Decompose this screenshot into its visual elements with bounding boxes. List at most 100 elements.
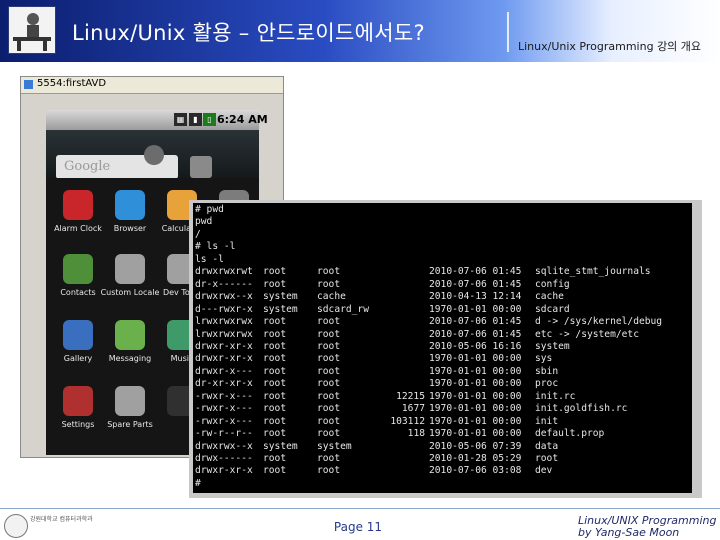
app-item[interactable]: Browser	[100, 186, 160, 248]
permissions: drwxr-xr-x	[195, 465, 253, 477]
page-number: Page 11	[333, 520, 383, 534]
size: 1677	[401, 403, 425, 415]
terminal-prompt-line: pwd	[195, 216, 213, 228]
group: root	[317, 415, 341, 427]
slide-title: Linux/Unix 활용 – 안드로이드에서도?	[72, 21, 425, 45]
signal-icon: ▮	[189, 113, 202, 126]
permissions: dr-x------	[195, 278, 253, 290]
owner: root	[263, 415, 287, 427]
modified-date: 1970-01-01 00:00	[429, 365, 522, 377]
status-bar: ▦ ▮ ▯ 6:24 AM	[46, 110, 268, 130]
terminal-row: dr-xr-xr-x root root 1970-01-01 00:00 proc	[193, 378, 692, 390]
terminal-row: d---rwxr-x system sdcard_rw 1970-01-01 00:0…	[193, 304, 692, 316]
file-name: cache	[535, 291, 564, 303]
university-name: 강원대학교 컴퓨터과학과	[30, 516, 93, 523]
size: 12215	[396, 390, 425, 402]
terminal-row: drwxr-xr-x root root 2010-07-06 03:08 dev	[193, 465, 692, 477]
group: root	[317, 365, 341, 377]
group: root	[317, 453, 341, 464]
app-icon	[115, 320, 145, 350]
terminal-row: drwx------ root root 2010-01-28 05:29 root	[193, 453, 692, 465]
file-name: sdcard	[535, 303, 570, 315]
permissions: drwxr-xr-x	[195, 340, 253, 352]
terminal-row: lrwxrwxrwx root root 2010-07-06 01:45 d -> /…	[193, 316, 692, 328]
app-item[interactable]: Custom Locale	[100, 250, 160, 312]
group: root	[317, 316, 341, 328]
modified-date: 2010-01-28 05:29	[429, 453, 522, 464]
terminal-row: drwxr-xr-x root root 1970-01-01 00:00 sys	[193, 353, 692, 365]
modified-date: 2010-04-13 12:14	[429, 291, 522, 303]
terminal-prompt-line: ls -l	[195, 253, 224, 265]
permissions: -rwxr-x---	[195, 390, 253, 402]
terminal-output[interactable]: # pwd pwd / # ls -l ls -l drwxrwxrwt root root 2…	[193, 203, 692, 493]
file-name: init.rc	[535, 390, 576, 402]
group: root	[317, 340, 341, 352]
emulator-title: 5554:firstAVD	[37, 78, 107, 89]
credit-line-2: by Yang-Sae Moon	[578, 526, 680, 539]
course-title: Linux/Unix Programming 강의 개요	[518, 40, 702, 53]
modified-date: 2010-05-06 07:39	[429, 440, 522, 452]
owner: root	[263, 465, 287, 477]
terminal-prompt-line: # pwd	[195, 204, 224, 215]
modified-date: 2010-07-06 03:08	[429, 465, 522, 477]
modified-date: 1970-01-01 00:00	[429, 390, 522, 402]
group: root	[317, 428, 341, 440]
modified-date: 2010-07-06 01:45	[429, 278, 522, 290]
permissions: dr-xr-xr-x	[195, 378, 253, 390]
owner: root	[263, 453, 287, 464]
owner: root	[263, 316, 287, 328]
modified-date: 2010-05-06 16:16	[429, 340, 522, 352]
owner: root	[263, 378, 287, 390]
university-logo: 강원대학교 컴퓨터과학과	[4, 514, 93, 538]
file-name: proc	[535, 378, 559, 390]
google-logo: Google	[64, 159, 111, 174]
app-icon	[63, 386, 93, 416]
file-name: sqlite_stmt_journals	[535, 266, 651, 278]
file-name: system	[535, 340, 570, 352]
owner: system	[263, 440, 298, 452]
group: root	[317, 390, 341, 402]
size: 103112	[390, 415, 425, 427]
file-name: sys	[535, 353, 553, 365]
app-item[interactable]: Messaging	[100, 316, 160, 378]
group: root	[317, 403, 341, 415]
app-item[interactable]: Spare Parts	[100, 382, 160, 444]
terminal-row: -rwxr-x--- root root 103112 1970-01-01 00:00…	[193, 416, 692, 428]
group: root	[317, 465, 341, 477]
modified-date: 2010-07-06 01:45	[429, 316, 522, 328]
app-item[interactable]: Settings	[48, 382, 108, 444]
owner: root	[263, 278, 287, 290]
terminal-row: lrwxrwxrwx root root 2010-07-06 01:45 etc ->…	[193, 329, 692, 341]
owner: root	[263, 365, 287, 377]
permissions: -rwxr-x---	[195, 415, 253, 427]
seal-icon	[4, 514, 28, 538]
window-icon	[24, 80, 33, 89]
file-name: data	[535, 440, 559, 452]
permissions: -rwxr-x---	[195, 403, 253, 415]
app-item[interactable]: Gallery	[48, 316, 108, 378]
app-item[interactable]: Contacts	[48, 250, 108, 312]
size: 118	[407, 428, 425, 440]
terminal-row: dr-x------ root root 2010-07-06 01:45 config	[193, 279, 692, 291]
modified-date: 1970-01-01 00:00	[429, 303, 522, 315]
footer-divider	[0, 508, 720, 509]
terminal-row: drwxrwx--x system system 2010-05-06 07:39 da…	[193, 441, 692, 453]
permissions: drwxrwx--x	[195, 440, 253, 452]
emulator-titlebar[interactable]: 5554:firstAVD	[21, 77, 283, 94]
app-item[interactable]: Alarm Clock	[48, 186, 108, 248]
group: root	[317, 266, 341, 278]
permissions: d---rwxr-x	[195, 303, 253, 315]
terminal-prompt-line: # ls -l	[195, 241, 236, 253]
modified-date: 2010-07-06 01:45	[429, 266, 522, 278]
footer-credit: Linux/UNIX Programming by Yang-Sae Moon	[578, 515, 716, 539]
file-name: init	[535, 415, 559, 427]
file-name: default.prop	[535, 428, 605, 440]
apps-grid-icon[interactable]	[190, 156, 212, 178]
group: root	[317, 328, 341, 340]
presenter-icon	[8, 6, 56, 54]
owner: root	[263, 428, 287, 440]
home-handle-icon[interactable]	[144, 145, 164, 165]
group: system	[317, 440, 352, 452]
group: cache	[317, 291, 346, 303]
file-name: dev	[535, 465, 553, 477]
